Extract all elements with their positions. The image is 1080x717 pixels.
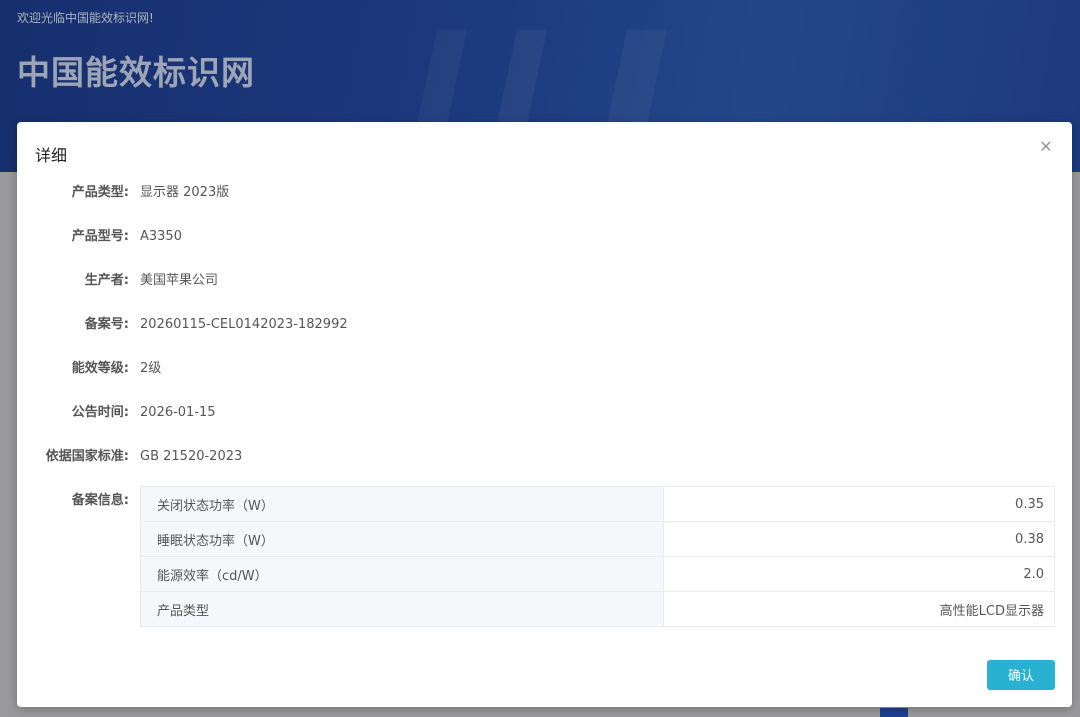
field-label: 备案信息: — [71, 493, 129, 508]
table-cell-key: 关闭状态功率（W） — [140, 486, 664, 522]
field-value: 20260115-CEL0142023-182992 — [140, 317, 348, 332]
field-label: 产品型号: — [71, 229, 129, 244]
detail-dialog: 详细 ✕ 产品类型: 显示器 2023版 产品型号: A3350 生产者: 美国… — [17, 122, 1072, 707]
field-value: A3350 — [140, 229, 182, 244]
field-label: 生产者: — [84, 273, 129, 288]
table-cell-value: 2.0 — [663, 556, 1055, 592]
field-value: GB 21520-2023 — [140, 449, 243, 464]
background-element — [880, 708, 908, 717]
confirm-button[interactable]: 确认 — [987, 660, 1055, 690]
field-value: 显示器 2023版 — [140, 185, 230, 200]
field-label: 能效等级: — [71, 361, 129, 376]
table-cell-key: 睡眠状态功率（W） — [140, 521, 664, 557]
field-label: 依据国家标准: — [45, 449, 129, 464]
table-cell-value: 0.38 — [663, 521, 1055, 557]
field-label: 产品类型: — [71, 185, 129, 200]
field-label: 公告时间: — [71, 405, 129, 420]
field-value: 美国苹果公司 — [140, 273, 219, 288]
field-value: 2级 — [140, 361, 162, 376]
field-value: 2026-01-15 — [140, 405, 216, 420]
table-row: 睡眠状态功率（W） 0.38 — [140, 521, 1055, 557]
close-icon[interactable]: ✕ — [1037, 138, 1055, 156]
table-cell-value: 0.35 — [663, 486, 1055, 522]
table-cell-key: 产品类型 — [140, 591, 664, 627]
record-info-table: 关闭状态功率（W） 0.35 睡眠状态功率（W） 0.38 能源效率（cd/W）… — [140, 486, 1055, 627]
dialog-title: 详细 — [35, 146, 68, 165]
table-row: 能源效率（cd/W） 2.0 — [140, 556, 1055, 592]
field-label: 备案号: — [84, 317, 129, 332]
table-cell-value: 高性能LCD显示器 — [663, 591, 1055, 627]
table-cell-key: 能源效率（cd/W） — [140, 556, 664, 592]
table-row: 关闭状态功率（W） 0.35 — [140, 486, 1055, 522]
table-row: 产品类型 高性能LCD显示器 — [140, 591, 1055, 627]
